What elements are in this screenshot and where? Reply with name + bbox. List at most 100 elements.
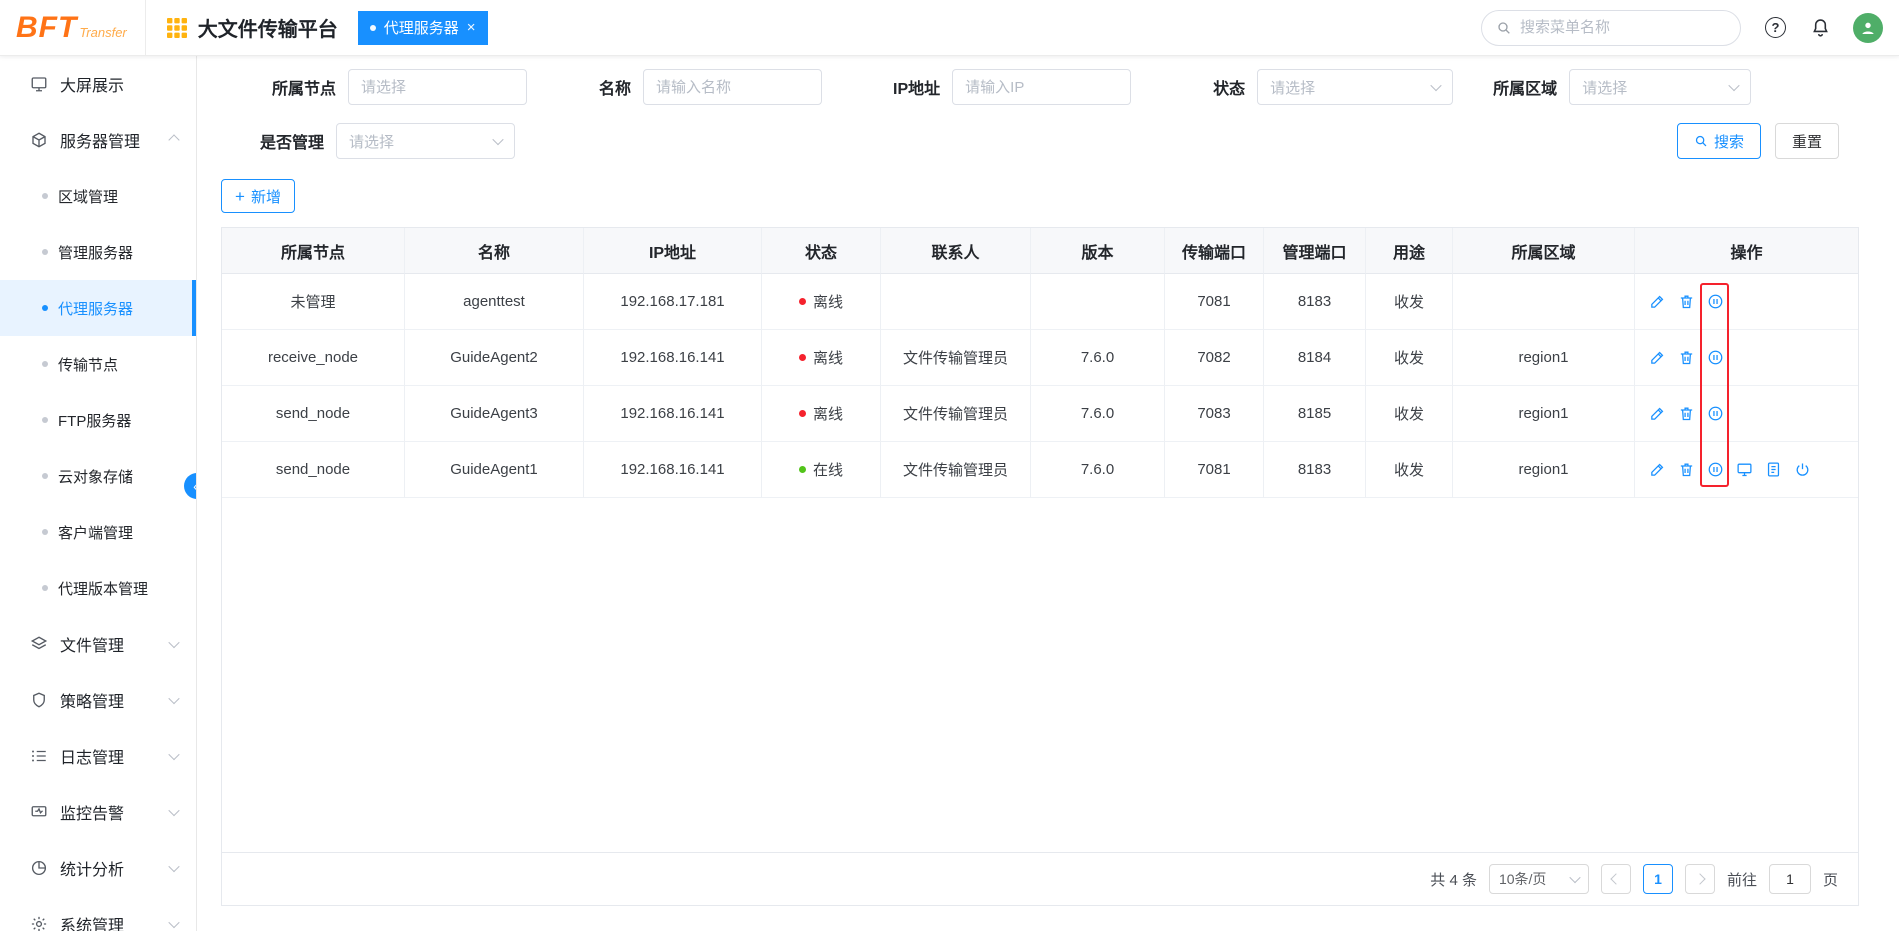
power-icon[interactable] [1794,461,1811,478]
monitor-icon [30,803,48,821]
sidebar-item-statistics[interactable]: 统计分析 [0,840,196,896]
bullet-icon [42,417,48,423]
files-icon [30,635,48,653]
sidebar-item-label: 传输节点 [58,354,118,375]
goto-page-input[interactable] [1769,864,1811,894]
sidebar-item-monitoring-alerts[interactable]: 监控告警 [0,784,196,840]
bullet-icon [42,193,48,199]
table-empty-area [222,498,1858,852]
column-header: 用途 [1366,228,1453,274]
edit-icon[interactable] [1649,405,1666,422]
sidebar-item-client-management[interactable]: 客户端管理 [0,504,196,560]
edit-icon[interactable] [1649,461,1666,478]
chevron-down-icon [168,917,179,928]
total-count-label: 共 4 条 [1430,869,1477,890]
cell-node: send_node [222,442,405,498]
sidebar-item-transfer-node[interactable]: 传输节点 [0,336,196,392]
page-1-button[interactable]: 1 [1643,864,1673,894]
status-text: 离线 [813,347,843,368]
sidebar-item-proxy-version-management[interactable]: 代理版本管理 [0,560,196,616]
sidebar: 大屏展示 服务器管理 区域管理 管理服务器 代理服务器 传输节点 FTP服 [0,56,197,931]
pause-icon[interactable] [1707,405,1724,422]
sidebar-item-ftp-server[interactable]: FTP服务器 [0,392,196,448]
cell-node: send_node [222,386,405,442]
search-icon [1694,134,1708,148]
column-header: 管理端口 [1264,228,1366,274]
search-button[interactable]: 搜索 [1677,123,1761,159]
sidebar-item-file-management[interactable]: 文件管理 [0,616,196,672]
sidebar-item-big-screen[interactable]: 大屏展示 [0,56,196,112]
sidebar-item-proxy-server[interactable]: 代理服务器 [0,280,196,336]
delete-icon[interactable] [1678,405,1695,422]
table-row: send_node GuideAgent1 192.168.16.141 在线 … [222,442,1858,498]
sidebar-item-region-management[interactable]: 区域管理 [0,168,196,224]
user-avatar[interactable] [1853,13,1883,43]
bullet-icon [42,249,48,255]
cell-version: 7.6.0 [1031,386,1165,442]
sidebar-item-server-management[interactable]: 服务器管理 [0,112,196,168]
chevron-down-icon [1431,80,1442,91]
pause-icon[interactable] [1707,461,1724,478]
cell-status: 在线 [762,442,881,498]
name-filter-label: 名称 [599,75,631,99]
edit-icon[interactable] [1649,293,1666,310]
cell-name: GuideAgent1 [405,442,584,498]
add-button[interactable]: + 新增 [221,179,295,213]
cell-operations [1635,330,1858,386]
cell-manage-port: 8183 [1264,274,1366,330]
delete-icon[interactable] [1678,293,1695,310]
status-offline-dot [799,410,806,417]
next-page-button[interactable] [1685,864,1715,894]
sidebar-item-cloud-object-storage[interactable]: 云对象存储 [0,448,196,504]
help-icon[interactable]: ? [1765,17,1786,38]
column-header: 所属节点 [222,228,405,274]
tab-close-icon[interactable]: × [467,20,476,35]
sidebar-item-system-management[interactable]: 系统管理 [0,896,196,931]
region-filter-select[interactable]: 请选择 [1569,69,1751,105]
main-content: 所属节点 名称 IP地址 状态 请选择 [197,56,1899,931]
node-filter-input[interactable] [348,69,527,105]
managed-filter-select[interactable]: 请选择 [336,123,515,159]
reset-button[interactable]: 重置 [1775,123,1839,159]
column-header: 所属区域 [1453,228,1635,274]
sidebar-item-management-server[interactable]: 管理服务器 [0,224,196,280]
chevron-up-icon [168,134,179,145]
sidebar-item-label: 日志管理 [60,744,124,768]
tab-proxy-server[interactable]: 代理服务器 × [358,11,488,45]
delete-icon[interactable] [1678,461,1695,478]
server-cube-icon [30,131,48,149]
sidebar-item-log-management[interactable]: 日志管理 [0,728,196,784]
menu-search-input[interactable] [1520,19,1726,36]
apps-grid-icon[interactable] [166,17,188,39]
document-icon[interactable] [1765,461,1782,478]
menu-search-box[interactable] [1481,10,1741,46]
page-size-select[interactable]: 10条/页 [1489,864,1589,894]
pause-icon[interactable] [1707,293,1724,310]
app-logo: BFTTransfer [0,13,145,43]
sidebar-item-policy-management[interactable]: 策略管理 [0,672,196,728]
sidebar-item-label: 策略管理 [60,688,124,712]
name-filter-input[interactable] [643,69,822,105]
search-icon [1496,20,1512,36]
pagination: 共 4 条 10条/页 1 前往 页 [222,852,1858,905]
bullet-icon [42,361,48,367]
cell-contact [881,274,1031,330]
top-header: BFTTransfer 大文件传输平台 代理服务器 × ? [0,0,1899,56]
monitor-icon[interactable] [1736,461,1753,478]
cell-node: 未管理 [222,274,405,330]
status-text: 在线 [813,459,843,480]
delete-icon[interactable] [1678,349,1695,366]
ip-filter-input[interactable] [952,69,1131,105]
cell-ip: 192.168.16.141 [584,442,762,498]
chevron-down-icon [1569,872,1580,883]
status-filter-select[interactable]: 请选择 [1257,69,1453,105]
notifications-bell-icon[interactable] [1810,17,1831,38]
edit-icon[interactable] [1649,349,1666,366]
chevron-left-icon [1610,873,1621,884]
cell-transfer-port: 7081 [1165,442,1264,498]
header-divider [145,0,146,56]
pause-icon[interactable] [1707,349,1724,366]
bullet-icon [42,305,48,311]
prev-page-button[interactable] [1601,864,1631,894]
chevron-down-icon [168,693,179,704]
